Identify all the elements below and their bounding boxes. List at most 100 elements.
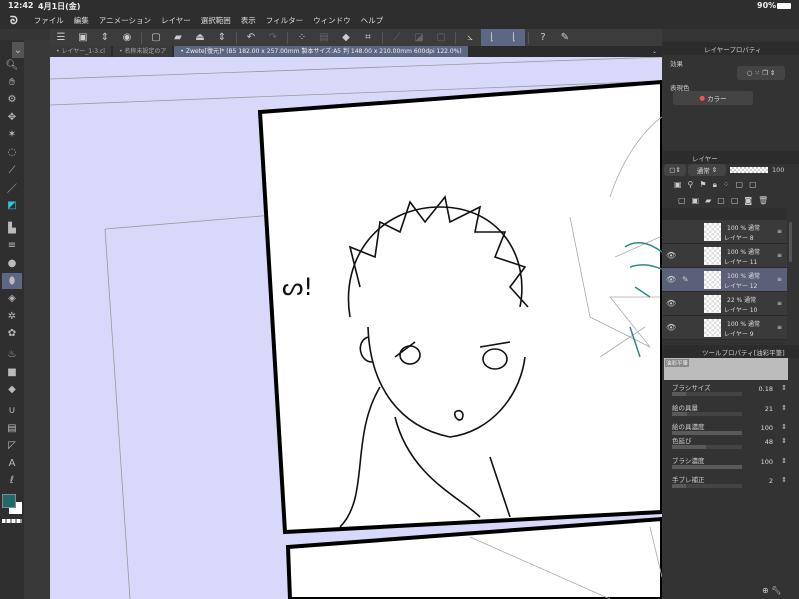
balloon-icon[interactable]: ℓ bbox=[2, 472, 22, 488]
effect-buttons[interactable]: ○ ⁙ ❐ ⇕ bbox=[737, 66, 785, 80]
property-slider[interactable] bbox=[672, 484, 742, 488]
menu-window[interactable]: ウィンドウ bbox=[313, 15, 351, 26]
eye-icon[interactable]: 👁︎ bbox=[666, 275, 676, 284]
tool-property-row[interactable]: 手ブレ補正 2 ⇕ bbox=[672, 474, 787, 494]
redo-icon[interactable]: ↷ bbox=[262, 29, 284, 46]
layer-row[interactable]: 👁︎ 22 % 通常 レイヤー 10 ≡ bbox=[662, 292, 787, 316]
opacity-value[interactable]: 100 bbox=[772, 166, 784, 174]
panel-footer-icons[interactable]: ⊕ 🔧︎ bbox=[762, 586, 781, 595]
menu-view[interactable]: 表示 bbox=[241, 15, 256, 26]
tab-document-1[interactable]: • レイヤー_1-3.cl bbox=[50, 46, 111, 57]
ruler-snap-icon[interactable]: ⦣ bbox=[459, 29, 481, 46]
layer-tool-icons[interactable]: ▣⚲⚑🔒︎⁘▢▢ bbox=[674, 180, 763, 190]
undo-icon[interactable]: ↶ bbox=[240, 29, 262, 46]
blend-icon[interactable]: ✿ bbox=[2, 325, 22, 341]
stepper-icon[interactable]: ⇕ bbox=[781, 384, 787, 392]
layer-folder-row[interactable] bbox=[662, 208, 787, 220]
frame-icon[interactable]: ▤ bbox=[2, 420, 22, 436]
canvas-icon[interactable]: ▣ bbox=[72, 29, 94, 46]
crop-icon[interactable]: ⟋ bbox=[386, 29, 408, 46]
tab-document-2[interactable]: • 名称未設定のア bbox=[112, 46, 173, 57]
tool-property-tab[interactable]: ツールプロパティ[油彩平筆] bbox=[702, 347, 785, 357]
layer-menu-icon[interactable]: ≡ bbox=[777, 300, 782, 307]
layer-row[interactable]: 👁︎ ✎ 100 % 通常 レイヤー 12 ≡ bbox=[662, 268, 787, 292]
tone-icon[interactable]: ◪ bbox=[408, 29, 430, 46]
updown-icon[interactable]: ⇕ bbox=[94, 29, 116, 46]
display-color-select[interactable]: ● カラー bbox=[673, 91, 753, 105]
layer-property-tab[interactable]: レイヤープロパティ bbox=[704, 44, 762, 54]
property-slider[interactable] bbox=[672, 465, 742, 469]
eye-icon[interactable]: 👁︎ bbox=[666, 299, 676, 308]
chevron-down-icon[interactable]: ⌄ bbox=[652, 48, 657, 55]
help-icon[interactable]: ? bbox=[532, 29, 554, 46]
chevron-down-icon[interactable]: ⌄ bbox=[12, 42, 24, 58]
lines-icon[interactable]: ≡ bbox=[2, 237, 22, 253]
layer-row[interactable]: 👁︎ 100 % 通常 レイヤー 9 ≡ bbox=[662, 316, 787, 340]
layer-row[interactable]: 100 % 通常 レイヤー 8 ≡ bbox=[662, 220, 787, 244]
brush-icon[interactable]: ⬮ bbox=[2, 273, 22, 289]
bucket-icon[interactable]: ◆ bbox=[2, 381, 22, 397]
menu-filter[interactable]: フィルター bbox=[266, 15, 303, 26]
tab-document-active[interactable]: • Zwete[復元]* (B5 182.00 x 257.00mm 製本サイズ… bbox=[174, 46, 468, 57]
ruler-icon[interactable]: ◸ bbox=[2, 437, 22, 453]
stepper-icon[interactable]: ⇕ bbox=[781, 423, 787, 431]
layer-menu-icon[interactable]: ≡ bbox=[777, 276, 782, 283]
preview-icon[interactable]: ◉ bbox=[116, 29, 138, 46]
opacity-slider[interactable] bbox=[730, 167, 768, 173]
stepper-icon[interactable]: ⇕ bbox=[781, 404, 787, 412]
layer-scrollbar[interactable] bbox=[789, 222, 792, 262]
tool-property-row[interactable]: 色延び 48 ⇕ bbox=[672, 435, 787, 455]
clear-icon[interactable]: ▤ bbox=[313, 29, 335, 46]
tool-property-row[interactable]: 絵の具量 21 ⇕ bbox=[672, 402, 787, 422]
operation-icon[interactable]: ⚙ bbox=[2, 91, 22, 107]
layer-color-select[interactable]: ▢⇕ bbox=[664, 164, 686, 176]
save-icon[interactable]: ⏏ bbox=[189, 29, 211, 46]
tone-icon[interactable]: ▙ bbox=[2, 220, 22, 236]
airbrush-icon[interactable]: ● bbox=[2, 255, 22, 271]
property-value[interactable]: 100 bbox=[761, 458, 773, 466]
zoom-icon[interactable]: 🔍︎ bbox=[2, 57, 22, 73]
snap-special-ruler-icon[interactable]: ⌊ bbox=[481, 29, 503, 46]
stepper-icon[interactable]: ⇕ bbox=[781, 476, 787, 484]
layer-row[interactable]: 👁︎ 100 % 通常 レイヤー 11 ≡ bbox=[662, 244, 787, 268]
pen-icon[interactable]: ◩ bbox=[2, 197, 22, 213]
property-slider[interactable] bbox=[672, 412, 742, 416]
tool-property-row[interactable]: ブラシサイズ 0.18 ⇕ bbox=[672, 382, 787, 402]
property-value[interactable]: 0.18 bbox=[759, 385, 773, 393]
main-color-swatch[interactable] bbox=[2, 494, 16, 508]
property-value[interactable]: 2 bbox=[769, 477, 773, 485]
menu-animation[interactable]: アニメーション bbox=[99, 15, 151, 26]
gradient-icon[interactable]: ■ bbox=[2, 364, 22, 380]
property-slider[interactable] bbox=[672, 445, 742, 449]
new-file-icon[interactable]: ▢ bbox=[145, 29, 167, 46]
open-folder-icon[interactable]: ▰ bbox=[167, 29, 189, 46]
layer-action-icons[interactable]: ▢▣▰▢▢◙🗑︎ bbox=[678, 196, 774, 205]
lasso-icon[interactable]: ◌ bbox=[2, 144, 22, 160]
property-value[interactable]: 100 bbox=[761, 424, 773, 432]
eyedropper-icon[interactable]: ⟋ bbox=[2, 162, 22, 178]
menu-layer[interactable]: レイヤー bbox=[161, 15, 191, 26]
menu-selection[interactable]: 選択範囲 bbox=[201, 15, 231, 26]
layer-menu-icon[interactable]: ≡ bbox=[777, 252, 782, 259]
eye-icon[interactable]: 👁︎ bbox=[666, 323, 676, 332]
transform-icon[interactable]: ⌗ bbox=[357, 29, 379, 46]
eye-icon[interactable]: 👁︎ bbox=[666, 251, 676, 260]
snap-grid-icon[interactable]: ⌊ bbox=[503, 29, 525, 46]
menu-file[interactable]: ファイル bbox=[34, 15, 64, 26]
fill-icon[interactable]: ◆ bbox=[335, 29, 357, 46]
layer-menu-icon[interactable]: ≡ bbox=[777, 324, 782, 331]
property-value[interactable]: 21 bbox=[765, 405, 773, 413]
square-icon[interactable]: ▢ bbox=[430, 29, 452, 46]
blend-mode-select[interactable]: 通常 ⇕ bbox=[688, 164, 726, 176]
menu-edit[interactable]: 編集 bbox=[74, 15, 89, 26]
property-slider[interactable] bbox=[672, 392, 742, 396]
canvas[interactable]: ᔕ! bbox=[50, 57, 662, 599]
line-icon[interactable]: ／ bbox=[2, 179, 22, 195]
hand-icon[interactable]: ✋︎ bbox=[2, 74, 22, 90]
decoration-icon[interactable]: ✲ bbox=[2, 308, 22, 324]
move-icon[interactable]: ✥ bbox=[2, 109, 22, 125]
transparent-color-swatch[interactable] bbox=[2, 519, 22, 523]
pen-settings-icon[interactable]: ✎ bbox=[554, 29, 576, 46]
eraser-icon[interactable]: ◈ bbox=[2, 290, 22, 306]
tool-property-row[interactable]: ブラシ濃度 100 ⇕ bbox=[672, 455, 787, 475]
